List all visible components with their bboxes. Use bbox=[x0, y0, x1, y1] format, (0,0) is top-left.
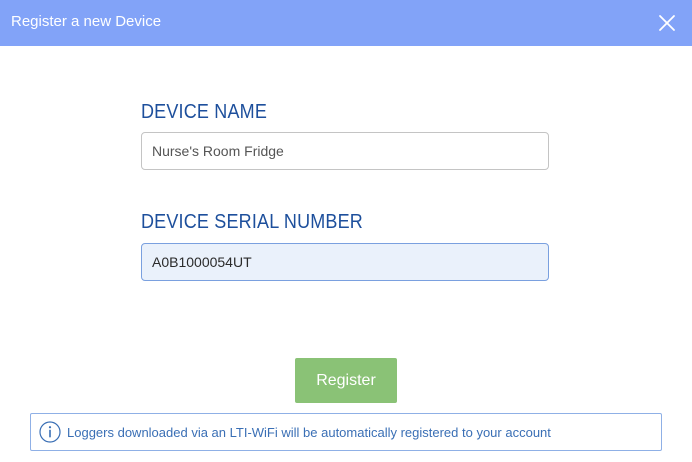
serial-number-label: DEVICE SERIAL NUMBER bbox=[141, 211, 363, 233]
info-icon bbox=[39, 421, 61, 443]
register-button[interactable]: Register bbox=[295, 358, 397, 403]
serial-number-input[interactable] bbox=[141, 243, 549, 281]
dialog-title: Register a new Device bbox=[11, 13, 162, 30]
register-device-dialog: Register a new Device DEVICE NAME DEVICE… bbox=[0, 0, 692, 462]
info-notice: Loggers downloaded via an LTI-WiFi will … bbox=[30, 413, 662, 451]
close-button[interactable] bbox=[652, 8, 682, 38]
device-name-input[interactable] bbox=[141, 132, 549, 170]
device-name-label: DEVICE NAME bbox=[141, 101, 268, 123]
info-text: Loggers downloaded via an LTI-WiFi will … bbox=[67, 425, 551, 440]
close-icon bbox=[659, 15, 675, 31]
dialog-title-bar: Register a new Device bbox=[0, 0, 692, 46]
